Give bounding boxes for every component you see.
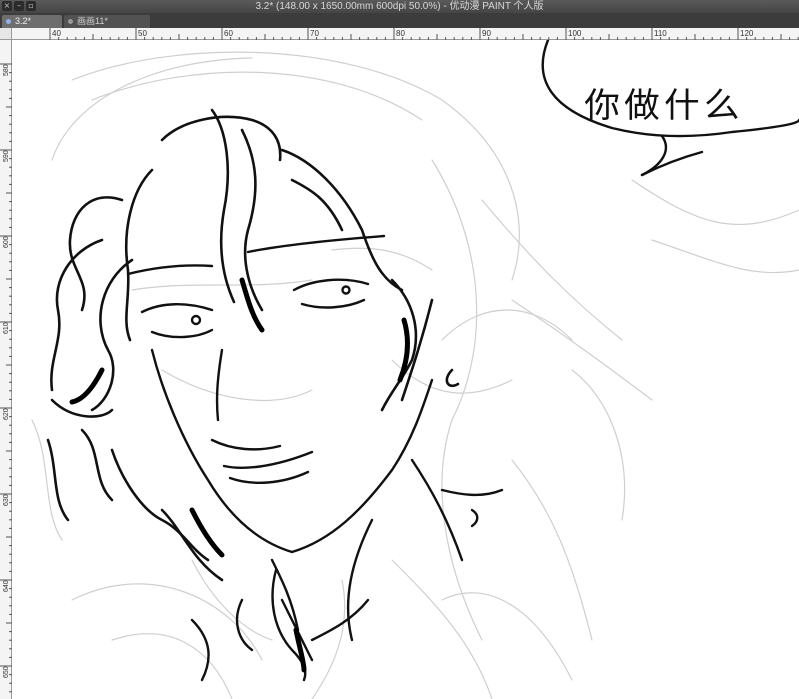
window-title: 3.2* (148.00 x 1650.00mm 600dpi 50.0%) -… (255, 1, 544, 12)
ruler-corner[interactable] (0, 28, 12, 40)
window-titlebar: × – ▫ 3.2* (148.00 x 1650.00mm 600dpi 50… (0, 0, 799, 13)
ruler-label: 580 (3, 64, 10, 76)
ruler-label: 50 (138, 29, 147, 38)
ruler-label: 610 (3, 322, 10, 334)
tab-status-icon (6, 19, 11, 24)
horizontal-ruler[interactable]: 40 50 60 70 80 90 100 110 120 (12, 28, 799, 40)
document-tab-bar: 3.2* 画画11* (0, 13, 799, 28)
ruler-label: 640 (3, 580, 10, 592)
tab-status-icon (68, 19, 73, 24)
tab-label: 3.2* (15, 16, 32, 26)
sketch-artwork (31, 40, 799, 699)
ruler-label: 70 (310, 29, 319, 38)
drawing-canvas[interactable]: 你做什么 (12, 40, 799, 699)
ruler-label: 90 (482, 29, 491, 38)
ruler-label: 100 (568, 29, 582, 38)
tab-label: 画画11* (77, 16, 108, 26)
ruler-label: 630 (3, 494, 10, 506)
ruler-label: 40 (52, 29, 61, 38)
ruler-label: 120 (740, 29, 754, 38)
ruler-label: 80 (396, 29, 405, 38)
ruler-label: 650 (3, 666, 10, 678)
horizontal-ruler-ticks: 40 50 60 70 80 90 100 110 120 (49, 28, 799, 40)
tab-document-2[interactable]: 画画11* (64, 15, 150, 28)
speech-bubble-text: 你做什么 (584, 86, 744, 126)
ruler-label: 110 (654, 29, 667, 38)
tab-document-3-2[interactable]: 3.2* (2, 15, 62, 28)
vertical-ruler[interactable]: 580 590 600 610 620 630 640 650 (0, 40, 12, 699)
ruler-label: 590 (3, 150, 10, 162)
ruler-label: 60 (224, 29, 233, 38)
vertical-ruler-ticks: 580 590 600 610 620 630 640 650 (0, 63, 12, 693)
ruler-label: 600 (3, 236, 10, 248)
ruler-label: 620 (3, 408, 10, 420)
